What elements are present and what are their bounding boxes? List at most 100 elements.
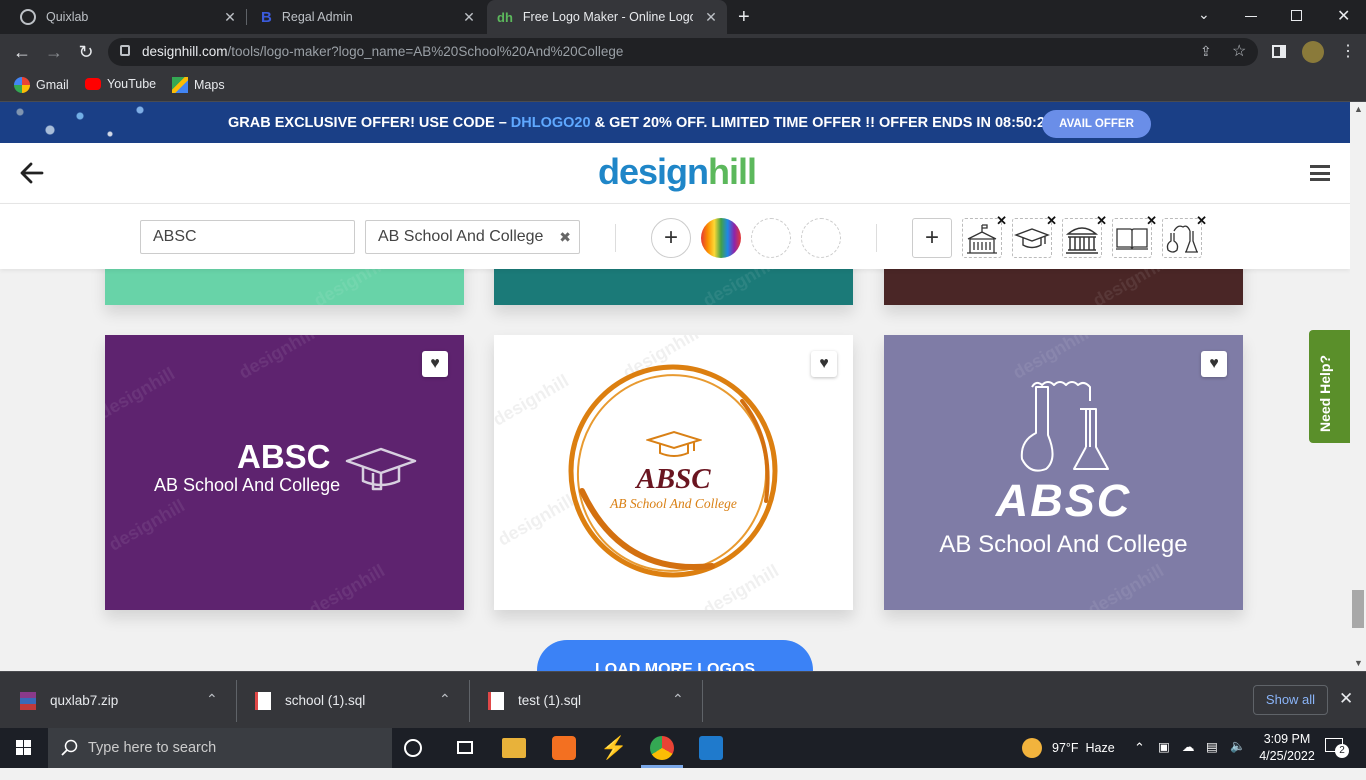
bookmark-youtube[interactable]: YouTube — [85, 77, 156, 91]
need-help-tab[interactable]: Need Help? — [1309, 330, 1350, 443]
color-palette-swatch[interactable] — [701, 218, 741, 258]
logo-editor-toolbar: ABSC AB School And College ✖ + + ✕ ✕ ✕ ✕… — [0, 203, 1350, 269]
slogan-input[interactable]: AB School And College ✖ — [365, 220, 580, 254]
remove-icon[interactable]: ✕ — [1046, 213, 1057, 229]
scrollbar-thumb[interactable] — [1352, 590, 1364, 628]
graduation-cap-icon — [345, 447, 417, 491]
scroll-down-icon[interactable]: ▼ — [1354, 658, 1363, 668]
icon-slot-book[interactable]: ✕ — [1112, 213, 1157, 258]
tab-bar: Quixlab ✕ B Regal Admin ✕ dh Free Logo M… — [0, 0, 1366, 34]
remove-icon[interactable]: ✕ — [1096, 213, 1107, 229]
favorite-heart-icon[interactable]: ♥ — [422, 351, 448, 377]
remove-icon[interactable]: ✕ — [996, 213, 1007, 229]
tab-quixlab[interactable]: Quixlab ✕ — [0, 0, 246, 34]
bookmark-maps[interactable]: Maps — [172, 77, 225, 93]
windows-start-icon[interactable] — [0, 728, 48, 768]
clock[interactable]: 3:09 PM 4/25/2022 — [1255, 728, 1319, 768]
chevron-up-icon[interactable]: ⌃ — [206, 691, 218, 708]
share-icon[interactable]: ⇪ — [1200, 43, 1212, 60]
close-downloads-icon[interactable]: ✕ — [1339, 689, 1353, 709]
volume-muted-icon[interactable]: 🔈 — [1230, 739, 1246, 779]
remove-icon[interactable]: ✕ — [1146, 213, 1157, 229]
menu-dots-icon[interactable]: ⋮ — [1340, 41, 1356, 61]
icon-slot-museum[interactable]: ✕ — [1062, 213, 1107, 258]
empty-color-slot[interactable] — [801, 218, 841, 258]
favorite-heart-icon[interactable]: ♥ — [1201, 351, 1227, 377]
bookmark-gmail[interactable]: Gmail — [14, 77, 69, 93]
scroll-up-icon[interactable]: ▲ — [1354, 104, 1363, 114]
hamburger-menu-icon[interactable] — [1310, 165, 1330, 181]
network-icon[interactable]: ▤ — [1206, 739, 1218, 779]
close-tab-icon[interactable]: ✕ — [222, 9, 238, 25]
download-item[interactable]: school (1).sql ⌃ — [255, 672, 469, 729]
maps-icon — [172, 77, 188, 93]
promo-banner: GRAB EXCLUSIVE OFFER! USE CODE – DHLOGO2… — [0, 102, 1350, 143]
icon-slot-school[interactable]: ✕ — [962, 213, 1007, 258]
minimize-icon[interactable] — [1245, 16, 1257, 17]
meet-now-icon[interactable]: ▣ — [1158, 739, 1170, 779]
designhill-favicon-icon: dh — [497, 9, 513, 25]
new-tab-icon[interactable]: + — [738, 6, 750, 29]
downloads-bar: quxlab7.zip ⌃ school (1).sql ⌃ test (1).… — [0, 671, 1366, 728]
file-icon — [255, 691, 271, 710]
logo-tagline: AB School And College — [939, 531, 1188, 558]
remove-icon[interactable]: ✕ — [1196, 213, 1207, 229]
forward-icon[interactable]: → — [42, 40, 66, 64]
clear-slogan-icon[interactable]: ✖ — [559, 221, 571, 253]
onedrive-cloud-icon[interactable]: ☁ — [1182, 739, 1195, 779]
empty-color-slot[interactable] — [751, 218, 791, 258]
logo-title: ABSC — [995, 475, 1132, 526]
file-explorer-icon[interactable] — [502, 738, 526, 758]
tab-regal-admin[interactable]: B Regal Admin ✕ — [247, 0, 485, 34]
logo-card[interactable]: designhill designhill designhill designh… — [105, 335, 464, 610]
back-arrow-icon[interactable] — [18, 159, 46, 187]
page-scrollbar[interactable]: ▲ ▼ — [1350, 102, 1366, 671]
designhill-logo[interactable]: designhill — [598, 151, 757, 193]
download-item[interactable]: test (1).sql ⌃ — [488, 672, 702, 729]
google-icon — [14, 77, 30, 93]
close-tab-icon[interactable]: ✕ — [461, 9, 477, 25]
load-more-logos-button[interactable]: LOAD MORE LOGOS — [537, 640, 813, 671]
icon-slot-lab[interactable]: ✕ — [1162, 213, 1207, 258]
chrome-icon[interactable] — [650, 736, 674, 760]
icon-slot-cap[interactable]: ✕ — [1012, 213, 1057, 258]
close-tab-icon[interactable]: ✕ — [703, 9, 719, 25]
bookmarks-bar: Gmail YouTube Maps — [0, 70, 1366, 102]
add-icon-button[interactable]: + — [912, 218, 952, 258]
back-icon[interactable]: ← — [10, 40, 34, 64]
show-hidden-icons[interactable]: ⌃ — [1134, 740, 1145, 780]
logo-title: ABSC — [636, 463, 711, 495]
chevron-up-icon[interactable]: ⌃ — [439, 691, 451, 708]
regal-favicon-icon: B — [261, 8, 272, 26]
vscode-icon[interactable] — [699, 736, 723, 760]
logo-card[interactable]: designhill designhill ABSC AB School And… — [884, 335, 1243, 610]
side-panel-icon[interactable] — [1272, 45, 1286, 58]
tab-search-chevron-icon[interactable]: ⌄ — [1198, 6, 1210, 23]
youtube-icon — [85, 78, 101, 90]
restore-icon[interactable] — [1291, 10, 1302, 21]
divider — [876, 224, 877, 252]
favorite-heart-icon[interactable]: ♥ — [811, 351, 837, 377]
reload-icon[interactable]: ↻ — [74, 40, 98, 64]
window-close-icon[interactable]: ✕ — [1337, 6, 1350, 26]
divider — [615, 224, 616, 252]
bookmark-star-icon[interactable]: ☆ — [1232, 41, 1246, 61]
cortana-icon[interactable] — [404, 739, 422, 757]
profile-avatar[interactable] — [1302, 41, 1324, 63]
download-item[interactable]: quxlab7.zip ⌃ — [20, 672, 236, 729]
chevron-up-icon[interactable]: ⌃ — [672, 691, 684, 708]
lightning-app-icon[interactable]: ⚡ — [600, 736, 627, 760]
tab-logo-maker[interactable]: dh Free Logo Maker - Online Logo C ✕ — [487, 0, 727, 34]
taskbar-search-input[interactable]: Type here to search — [48, 728, 392, 768]
avail-offer-button[interactable]: AVAIL OFFER — [1042, 110, 1151, 138]
task-view-icon[interactable] — [454, 736, 478, 760]
xampp-icon[interactable] — [552, 736, 576, 760]
add-color-button[interactable]: + — [651, 218, 691, 258]
logo-name-input[interactable]: ABSC — [140, 220, 355, 254]
lock-icon — [120, 45, 130, 56]
address-bar[interactable]: designhill.com/tools/logo-maker?logo_nam… — [108, 38, 1258, 66]
show-all-downloads-button[interactable]: Show all — [1253, 685, 1328, 715]
page-viewport: designhill designhill designhill GRAB EX… — [0, 102, 1350, 671]
logo-card[interactable]: designhill designhill designhill designh… — [494, 335, 853, 610]
lab-flasks-icon — [1020, 381, 1109, 472]
